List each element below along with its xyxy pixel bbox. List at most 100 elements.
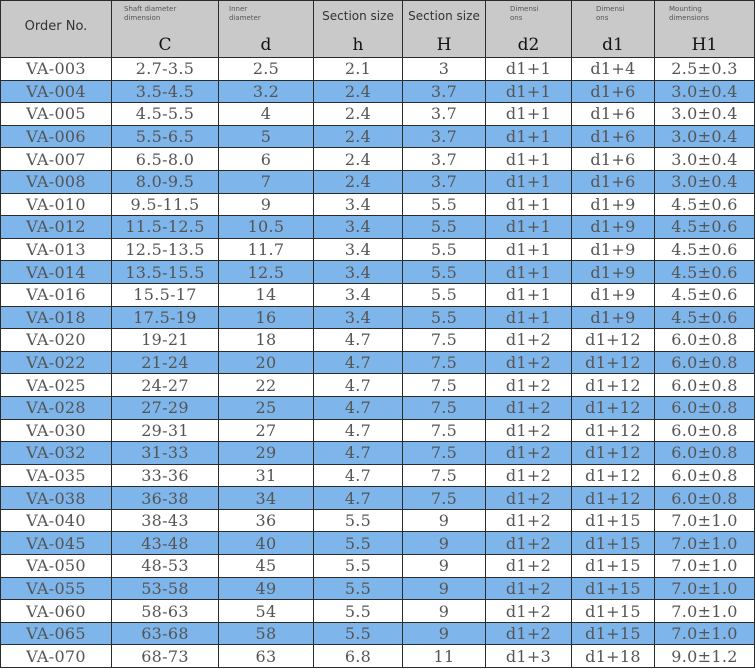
table-row: VA-012 11.5-12.5 10.5 3.4 5.5 d1+1 d1+9 4.5±0.6: [0, 215, 755, 239]
table-row: VA-050 48-53 45 5.5 9 d1+2 d1+15 7.0±1.0: [0, 554, 755, 578]
cell-order-no: VA-038: [0, 486, 112, 510]
cell-section-H: 7.5: [402, 441, 486, 465]
cell-dim-d2: d1+2: [485, 599, 572, 623]
d-symbol: d: [260, 35, 272, 55]
table-row: VA-060 58-63 54 5.5 9 d1+2 d1+15 7.0±1.0: [0, 599, 755, 623]
cell-shaft-diameter: 63-68: [111, 621, 219, 646]
cell-order-no: VA-018: [0, 305, 112, 330]
cell-order-no: VA-045: [0, 531, 112, 556]
cell-section-H: 3.7: [402, 147, 486, 171]
cell-shaft-diameter: 33-36: [111, 463, 219, 488]
cell-section-H: 9: [402, 508, 486, 533]
cell-dim-d1: d1+15: [571, 621, 655, 646]
cell-section-h: 3.4: [313, 260, 403, 284]
cell-dim-d1: d1+15: [571, 508, 655, 533]
cell-shaft-diameter: 5.5-6.5: [111, 124, 219, 149]
cell-dim-d1: d1+4: [571, 57, 655, 81]
table-row: VA-006 5.5-6.5 5 2.4 3.7 d1+1 d1+6 3.0±0.4: [0, 124, 755, 149]
cell-section-h: 3.4: [313, 215, 403, 239]
cell-section-h: 5.5: [313, 508, 403, 533]
cell-section-h: 2.1: [313, 57, 403, 81]
cell-dim-d2: d1+2: [485, 418, 572, 443]
cell-inner-diameter: 4: [218, 102, 314, 126]
cell-dim-d1: d1+15: [571, 531, 655, 556]
cell-section-h: 4.7: [313, 373, 403, 397]
cell-inner-diameter: 58: [218, 621, 314, 646]
cell-mounting-H1: 7.0±1.0: [654, 621, 755, 646]
cell-dim-d2: d1+2: [485, 576, 572, 601]
cell-inner-diameter: 49: [218, 576, 314, 601]
cell-dim-d1: d1+12: [571, 418, 655, 443]
cell-mounting-H1: 6.0±0.8: [654, 328, 755, 352]
cell-shaft-diameter: 48-53: [111, 554, 219, 578]
cell-mounting-H1: 3.0±0.4: [654, 102, 755, 126]
cell-inner-diameter: 18: [218, 328, 314, 352]
header-d2: Dimensi ons d2: [485, 0, 572, 58]
cell-shaft-diameter: 19-21: [111, 328, 219, 352]
cell-dim-d2: d1+1: [485, 169, 572, 194]
cell-dim-d1: d1+18: [571, 644, 655, 669]
cell-dim-d1: d1+12: [571, 441, 655, 465]
table-row: VA-030 29-31 27 4.7 7.5 d1+2 d1+12 6.0±0.8: [0, 418, 755, 443]
cell-dim-d1: d1+9: [571, 260, 655, 284]
cell-shaft-diameter: 15.5-17: [111, 282, 219, 307]
cell-mounting-H1: 6.0±0.8: [654, 395, 755, 420]
header-row: Order No. Shaft diameter dimension C Inn…: [0, 0, 755, 58]
cell-shaft-diameter: 6.5-8.0: [111, 147, 219, 171]
cell-section-h: 2.4: [313, 169, 403, 194]
cell-dim-d2: d1+1: [485, 260, 572, 284]
cell-dim-d2: d1+1: [485, 147, 572, 171]
cell-order-no: VA-022: [0, 350, 112, 375]
cell-dim-d1: d1+12: [571, 395, 655, 420]
c-symbol: C: [158, 35, 172, 55]
cell-shaft-diameter: 53-58: [111, 576, 219, 601]
cell-dim-d2: d1+2: [485, 328, 572, 352]
cell-mounting-H1: 6.0±0.8: [654, 463, 755, 488]
cell-inner-diameter: 36: [218, 508, 314, 533]
cell-dim-d1: d1+12: [571, 328, 655, 352]
cell-order-no: VA-007: [0, 147, 112, 171]
cell-inner-diameter: 6: [218, 147, 314, 171]
cell-section-H: 7.5: [402, 463, 486, 488]
cell-section-H: 3.7: [402, 124, 486, 149]
cell-order-no: VA-014: [0, 260, 112, 284]
cell-section-h: 2.4: [313, 147, 403, 171]
cell-mounting-H1: 2.5±0.3: [654, 57, 755, 81]
cell-section-h: 6.8: [313, 644, 403, 669]
dimension-table: Order No. Shaft diameter dimension C Inn…: [0, 0, 755, 669]
cell-order-no: VA-065: [0, 621, 112, 646]
cell-dim-d1: d1+6: [571, 169, 655, 194]
cell-section-h: 4.7: [313, 395, 403, 420]
table-row: VA-028 27-29 25 4.7 7.5 d1+2 d1+12 6.0±0.8: [0, 395, 755, 420]
h-symbol: h: [352, 35, 364, 55]
cell-mounting-H1: 3.0±0.4: [654, 79, 755, 104]
cell-shaft-diameter: 58-63: [111, 599, 219, 623]
cell-dim-d2: d1+1: [485, 79, 572, 104]
table-row: VA-003 2.7-3.5 2.5 2.1 3 d1+1 d1+4 2.5±0.3: [0, 57, 755, 81]
cell-order-no: VA-006: [0, 124, 112, 149]
cell-section-H: 11: [402, 644, 486, 669]
cell-shaft-diameter: 13.5-15.5: [111, 260, 219, 284]
table-row: VA-025 24-27 22 4.7 7.5 d1+2 d1+12 6.0±0.8: [0, 373, 755, 397]
cell-section-H: 3.7: [402, 169, 486, 194]
cell-section-H: 5.5: [402, 237, 486, 262]
cell-inner-diameter: 12.5: [218, 260, 314, 284]
cell-inner-diameter: 40: [218, 531, 314, 556]
cell-section-h: 5.5: [313, 554, 403, 578]
cell-section-h: 5.5: [313, 621, 403, 646]
cell-section-h: 4.7: [313, 350, 403, 375]
cell-shaft-diameter: 43-48: [111, 531, 219, 556]
cell-section-H: 5.5: [402, 305, 486, 330]
cell-dim-d1: d1+9: [571, 305, 655, 330]
cell-inner-diameter: 3.2: [218, 79, 314, 104]
cell-order-no: VA-032: [0, 441, 112, 465]
cell-section-H: 5.5: [402, 192, 486, 217]
cell-section-h: 5.5: [313, 531, 403, 556]
cell-inner-diameter: 31: [218, 463, 314, 488]
cell-mounting-H1: 3.0±0.4: [654, 147, 755, 171]
cell-inner-diameter: 14: [218, 282, 314, 307]
section-size-label-H: Section size: [408, 9, 480, 23]
cell-section-H: 7.5: [402, 350, 486, 375]
header-H1: Mounting dimensions H1: [654, 0, 755, 58]
cell-mounting-H1: 4.5±0.6: [654, 282, 755, 307]
